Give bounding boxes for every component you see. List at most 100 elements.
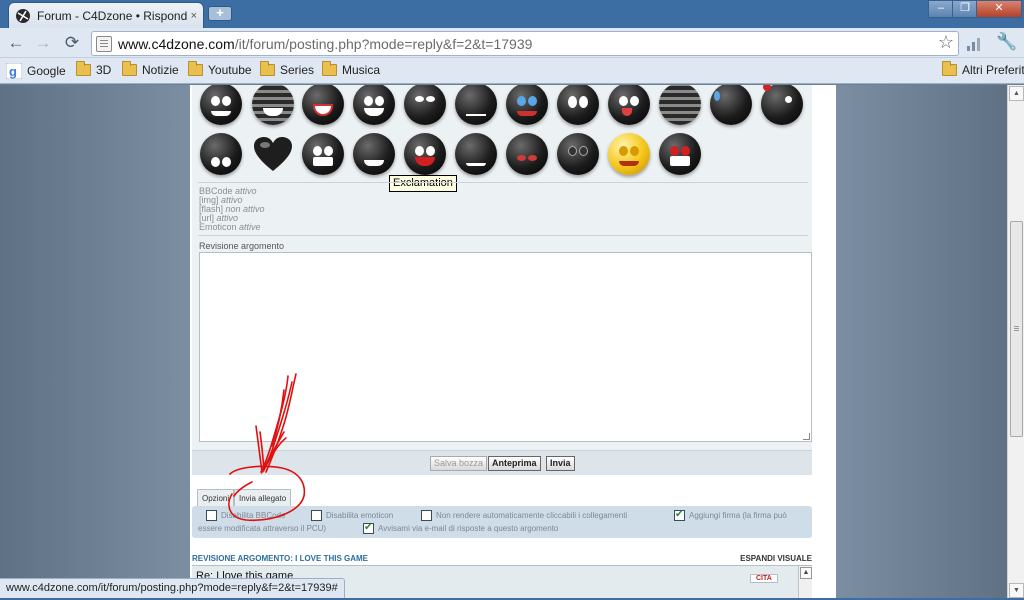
page-scrollbar[interactable]: ▲ ▼ bbox=[1007, 85, 1024, 600]
status-bar-url: www.c4dzone.com/it/forum/posting.php?mod… bbox=[0, 578, 345, 598]
extension-signal-icon[interactable] bbox=[966, 34, 984, 52]
scroll-down-arrow-icon[interactable]: ▼ bbox=[1009, 583, 1024, 598]
emoticon-heart-icon[interactable] bbox=[252, 133, 294, 175]
resize-handle-icon[interactable] bbox=[803, 433, 810, 440]
page-background-left bbox=[0, 85, 190, 600]
add-signature-option[interactable]: Aggiungi firma (la firma può bbox=[674, 509, 787, 521]
tab-title: Forum - C4Dzone • Rispondi a bbox=[37, 8, 187, 23]
close-window-button[interactable]: ✕ bbox=[976, 0, 1022, 18]
forward-arrow-icon[interactable]: → bbox=[32, 32, 54, 54]
emoticon-twisted-icon[interactable] bbox=[455, 133, 497, 175]
emoticon-blush-icon[interactable] bbox=[506, 133, 548, 175]
bookmark-notizie[interactable]: Notizie bbox=[122, 61, 179, 77]
disable-bbcode-option[interactable]: Disabilita BBCode bbox=[206, 510, 285, 521]
scroll-up-icon[interactable]: ▲ bbox=[800, 567, 812, 579]
disable-emoticons-checkbox[interactable] bbox=[311, 510, 322, 521]
quote-button[interactable]: CITA bbox=[750, 574, 778, 583]
posting-panel: Exclamation BBCode attivo [img] attivo [… bbox=[192, 85, 812, 450]
emoticon-surprised-icon[interactable] bbox=[353, 85, 395, 125]
emoticon-angry-icon[interactable] bbox=[455, 85, 497, 125]
folder-icon bbox=[188, 61, 203, 76]
emoticon-grin-icon[interactable] bbox=[252, 85, 294, 125]
emoticon-tooltip: Exclamation bbox=[389, 175, 457, 192]
folder-icon bbox=[260, 61, 275, 76]
signature-note: essere modificata attraverso il PCU) bbox=[198, 524, 327, 533]
add-signature-checkbox[interactable] bbox=[674, 509, 685, 521]
emoticon-evil-icon[interactable] bbox=[353, 133, 395, 175]
divider bbox=[198, 182, 808, 183]
wrench-icon[interactable]: 🔧 bbox=[996, 32, 1017, 52]
emoticon-eek-icon[interactable] bbox=[557, 85, 599, 125]
emoticon-cool-icon[interactable] bbox=[557, 133, 599, 175]
submit-buttons-bar: Salva bozza Anteprima Invia bbox=[192, 450, 812, 475]
expand-view-link[interactable]: ESPANDI VISUALE bbox=[740, 554, 812, 563]
emoticon-mummy-icon[interactable] bbox=[659, 85, 701, 125]
folder-icon bbox=[122, 61, 137, 76]
emoticon-cry-icon[interactable] bbox=[506, 85, 548, 125]
emoticon-teeth-icon[interactable] bbox=[659, 133, 701, 175]
folder-icon bbox=[76, 61, 91, 76]
browser-toolbar: ← → ⟳ www.c4dzone.com/it/forum/posting.p… bbox=[0, 28, 1024, 58]
emoticon-shock-icon[interactable] bbox=[200, 133, 242, 175]
emoticon-money-icon[interactable] bbox=[608, 133, 650, 175]
bookmark-series[interactable]: Series bbox=[260, 61, 314, 77]
address-bar[interactable]: www.c4dzone.com/it/forum/posting.php?mod… bbox=[91, 31, 959, 56]
browser-title-bar: Forum - C4Dzone • Rispondi a × + ‒ ❐ ✕ bbox=[0, 0, 1024, 28]
save-draft-button[interactable]: Salva bozza bbox=[430, 456, 488, 471]
bookmark-label: Altri Preferiti bbox=[962, 63, 1024, 77]
page-icon bbox=[96, 35, 112, 52]
bookmark-label: Musica bbox=[342, 63, 381, 77]
reload-icon[interactable]: ⟳ bbox=[61, 32, 83, 54]
emoticon-exclamation-icon[interactable] bbox=[404, 133, 446, 175]
bookmark-label: Notizie bbox=[142, 63, 179, 77]
bookmark-youtube[interactable]: Youtube bbox=[188, 61, 252, 77]
review-scrollbar[interactable]: ▲ bbox=[798, 566, 812, 600]
scrollbar-thumb[interactable] bbox=[1010, 221, 1023, 437]
no-autolinks-option[interactable]: Non rendere automaticamente cliccabili i… bbox=[421, 510, 627, 521]
google-icon: g bbox=[6, 63, 22, 79]
notify-checkbox[interactable] bbox=[363, 522, 374, 534]
emoticon-bomb-icon[interactable] bbox=[761, 85, 803, 125]
bookmark-label: Google bbox=[27, 64, 66, 78]
emoticon-sad-icon[interactable] bbox=[404, 85, 446, 125]
new-tab-button[interactable]: + bbox=[208, 6, 232, 21]
bookmark-3d[interactable]: 3D bbox=[76, 61, 111, 77]
bookmarks-bar: g Google 3D Notizie Youtube Series Music… bbox=[0, 58, 1024, 84]
emoticon-razz-icon[interactable] bbox=[608, 85, 650, 125]
page-viewport: Exclamation BBCode attivo [img] attivo [… bbox=[0, 85, 1024, 600]
svg-text:g: g bbox=[9, 64, 17, 79]
forum-page: Exclamation BBCode attivo [img] attivo [… bbox=[190, 85, 836, 600]
bookmark-label: Youtube bbox=[208, 63, 252, 77]
page-background-right bbox=[836, 85, 1007, 600]
folder-icon bbox=[322, 61, 337, 76]
browser-tab[interactable]: Forum - C4Dzone • Rispondi a × bbox=[8, 2, 204, 28]
url-path: /it/forum/posting.php?mode=reply&f=2&t=1… bbox=[234, 35, 533, 52]
posting-status-list: BBCode attivo [img] attivo [flash] non a… bbox=[199, 187, 265, 232]
star-icon[interactable]: ☆ bbox=[938, 32, 954, 53]
emoticon-smile-icon[interactable] bbox=[200, 85, 242, 125]
minimize-button[interactable]: ‒ bbox=[928, 0, 954, 18]
emoticon-status: Emoticon attive bbox=[199, 222, 261, 232]
scroll-up-arrow-icon[interactable]: ▲ bbox=[1009, 86, 1024, 101]
disable-emoticons-option[interactable]: Disabilita emoticon bbox=[311, 510, 393, 521]
submit-button[interactable]: Invia bbox=[546, 456, 575, 471]
bookmark-other[interactable]: Altri Preferiti bbox=[942, 61, 1024, 77]
back-arrow-icon[interactable]: ← bbox=[5, 32, 27, 54]
bookmark-musica[interactable]: Musica bbox=[322, 61, 381, 77]
notify-option[interactable]: Avvisami via e-mail di risposte a questo… bbox=[363, 522, 558, 534]
emoticon-skull-icon[interactable] bbox=[302, 133, 344, 175]
message-textarea[interactable] bbox=[199, 252, 812, 442]
divider bbox=[198, 235, 808, 236]
folder-icon bbox=[942, 61, 957, 76]
textarea-label: Revisione argomento bbox=[199, 241, 285, 251]
tab-close-icon[interactable]: × bbox=[191, 10, 197, 22]
c4dzone-favicon-icon bbox=[16, 8, 30, 23]
url-host: www.c4dzone.com bbox=[118, 35, 235, 52]
no-autolinks-checkbox[interactable] bbox=[421, 510, 432, 521]
maximize-button[interactable]: ❐ bbox=[952, 0, 978, 18]
bookmark-google[interactable]: g Google bbox=[6, 63, 66, 79]
emoticon-sweat-icon[interactable] bbox=[710, 85, 752, 125]
disable-bbcode-checkbox[interactable] bbox=[206, 510, 217, 521]
preview-button[interactable]: Anteprima bbox=[488, 456, 541, 471]
emoticon-laugh-icon[interactable] bbox=[302, 85, 344, 125]
